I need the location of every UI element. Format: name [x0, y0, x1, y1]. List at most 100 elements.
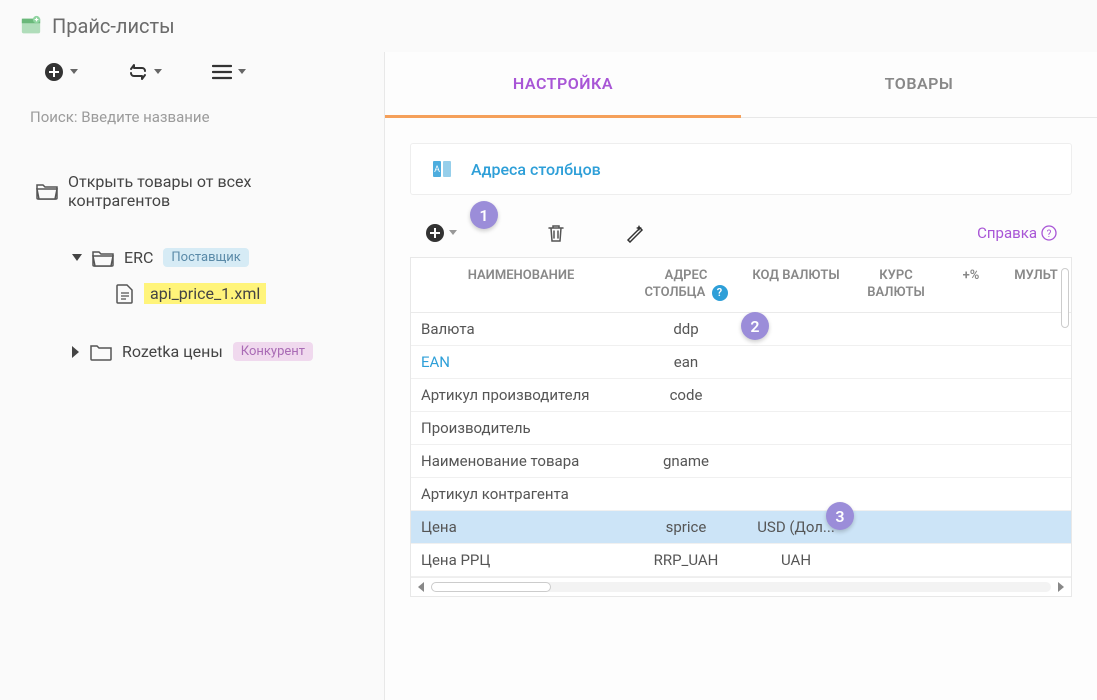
tree-open-all-label: Открыть товары от всех контрагентов — [68, 172, 354, 210]
tab-products[interactable]: ТОВАРЫ — [741, 52, 1097, 118]
cell-name[interactable]: Цена — [411, 511, 631, 543]
col-header-addr[interactable]: АДРЕС СТОЛБЦА ? — [631, 258, 741, 312]
col-header-pct[interactable]: +% — [941, 258, 1001, 312]
help-icon: ? — [1041, 225, 1057, 241]
cell-rate[interactable] — [851, 478, 941, 510]
cell-name[interactable]: EAN — [411, 346, 631, 378]
cell-pct[interactable] — [941, 313, 1001, 345]
tree-node-label: Rozetka цены — [122, 342, 223, 361]
tree-file-label: api_price_1.xml — [144, 283, 266, 304]
competitor-badge: Конкурент — [233, 342, 313, 361]
magic-button[interactable] — [625, 223, 645, 243]
cell-pct[interactable] — [941, 544, 1001, 576]
table-row[interactable]: Цена РРЦRRP_UAHUAH — [411, 544, 1071, 577]
tree-node-erc[interactable]: ERC Поставщик — [30, 248, 354, 267]
tree: Открыть товары от всех контрагентов ERC … — [30, 172, 354, 361]
add-row-button[interactable] — [425, 223, 457, 243]
horizontal-scrollbar[interactable] — [411, 577, 1071, 596]
help-icon[interactable]: ? — [712, 285, 728, 301]
cell-pct[interactable] — [941, 379, 1001, 411]
caret-down-icon — [154, 69, 162, 75]
cell-pct[interactable] — [941, 478, 1001, 510]
cell-name[interactable]: Артикул контрагента — [411, 478, 631, 510]
table-actions: 1 Справка ? — [385, 205, 1097, 257]
cell-name[interactable]: Артикул производителя — [411, 379, 631, 411]
tree-file-api-price[interactable]: api_price_1.xml — [30, 283, 354, 304]
price-list-icon — [20, 15, 42, 37]
table-row[interactable]: Производитель — [411, 412, 1071, 445]
cell-rate[interactable] — [851, 544, 941, 576]
col-header-rate[interactable]: КУРС ВАЛЮТЫ — [851, 258, 941, 312]
menu-button[interactable] — [212, 64, 246, 80]
col-header-name[interactable]: НАИМЕНОВАНИЕ — [411, 258, 631, 312]
cell-code[interactable] — [741, 379, 851, 411]
table-row[interactable]: ЦенаspriceUSD (Дол... — [411, 511, 1071, 544]
add-button[interactable] — [44, 62, 78, 82]
search-input[interactable]: Поиск: Введите название — [30, 108, 354, 126]
folder-open-icon — [36, 182, 58, 200]
main-panel: НАСТРОЙКА ТОВАРЫ A Адреса столбцов 1 — [384, 52, 1097, 700]
annotation-2: 2 — [741, 312, 769, 340]
tab-settings[interactable]: НАСТРОЙКА — [385, 52, 741, 118]
panel-title: Адреса столбцов — [471, 160, 601, 179]
row-name-link[interactable]: EAN — [421, 353, 450, 371]
cell-rate[interactable] — [851, 313, 941, 345]
cell-addr[interactable] — [631, 478, 741, 510]
cell-addr[interactable]: sprice — [631, 511, 741, 543]
tree-node-label: ERC — [124, 248, 153, 267]
scroll-left-icon[interactable] — [417, 582, 425, 592]
vertical-scrollbar[interactable] — [1057, 268, 1069, 566]
tree-open-all[interactable]: Открыть товары от всех контрагентов — [30, 172, 354, 210]
columns-icon: A — [431, 158, 453, 180]
cell-addr[interactable]: code — [631, 379, 741, 411]
caret-right-icon — [72, 346, 80, 358]
cell-rate[interactable] — [851, 445, 941, 477]
cell-name[interactable]: Валюта — [411, 313, 631, 345]
page-header: Прайс-листы — [0, 0, 1097, 52]
cell-addr[interactable]: ddp — [631, 313, 741, 345]
table-row[interactable]: Артикул контрагента — [411, 478, 1071, 511]
cell-rate[interactable] — [851, 511, 941, 543]
cell-addr[interactable]: ean — [631, 346, 741, 378]
file-icon — [116, 284, 134, 304]
cell-addr[interactable] — [631, 412, 741, 444]
tabs: НАСТРОЙКА ТОВАРЫ — [385, 52, 1097, 118]
cell-pct[interactable] — [941, 511, 1001, 543]
table-row[interactable]: Наименование товараgname — [411, 445, 1071, 478]
cell-pct[interactable] — [941, 445, 1001, 477]
annotation-3: 3 — [826, 502, 854, 530]
col-header-code[interactable]: КОД ВАЛЮТЫ — [741, 258, 851, 312]
cell-code[interactable] — [741, 346, 851, 378]
columns-table: НАИМЕНОВАНИЕ АДРЕС СТОЛБЦА ? КОД ВАЛЮТЫ … — [410, 257, 1072, 597]
cell-pct[interactable] — [941, 346, 1001, 378]
table-row[interactable]: EAN ean — [411, 346, 1071, 379]
cell-code[interactable]: UAH — [741, 544, 851, 576]
cell-code[interactable] — [741, 445, 851, 477]
sync-button[interactable] — [128, 63, 162, 81]
help-link[interactable]: Справка ? — [977, 224, 1057, 242]
cell-name[interactable]: Производитель — [411, 412, 631, 444]
delete-button[interactable] — [547, 223, 565, 243]
tree-node-rozetka[interactable]: Rozetka цены Конкурент — [30, 342, 354, 361]
caret-down-icon — [70, 69, 78, 75]
caret-down-icon — [238, 69, 246, 75]
cell-code[interactable] — [741, 412, 851, 444]
columns-addresses-panel[interactable]: A Адреса столбцов — [410, 143, 1072, 195]
cell-rate[interactable] — [851, 346, 941, 378]
cell-rate[interactable] — [851, 412, 941, 444]
caret-down-icon — [449, 230, 457, 236]
page-title: Прайс-листы — [52, 14, 175, 38]
cell-addr[interactable]: gname — [631, 445, 741, 477]
scroll-right-icon[interactable] — [1057, 582, 1065, 592]
table-row[interactable]: Артикул производителяcode — [411, 379, 1071, 412]
folder-open-icon — [92, 249, 114, 267]
cell-addr[interactable]: RRP_UAH — [631, 544, 741, 576]
cell-name[interactable]: Наименование товара — [411, 445, 631, 477]
table-header-row: НАИМЕНОВАНИЕ АДРЕС СТОЛБЦА ? КОД ВАЛЮТЫ … — [411, 258, 1071, 313]
svg-text:?: ? — [1047, 229, 1052, 240]
supplier-badge: Поставщик — [163, 248, 248, 267]
caret-down-icon — [72, 254, 82, 262]
cell-rate[interactable] — [851, 379, 941, 411]
cell-name[interactable]: Цена РРЦ — [411, 544, 631, 576]
cell-pct[interactable] — [941, 412, 1001, 444]
